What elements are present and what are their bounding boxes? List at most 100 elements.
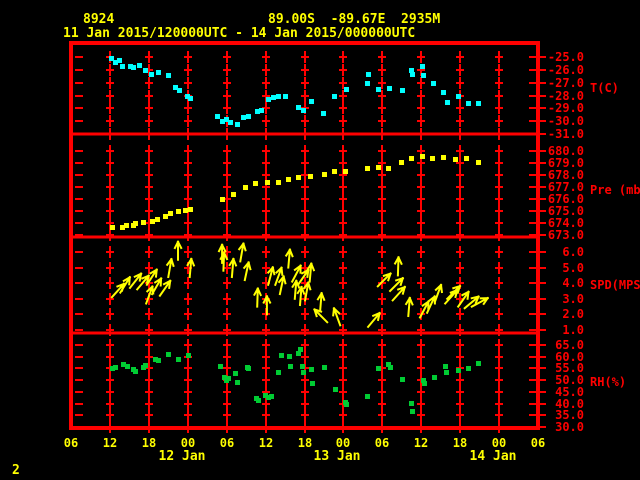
- rh-point: [310, 381, 315, 386]
- pressure-point: [332, 169, 337, 174]
- pressure-point: [322, 172, 327, 177]
- pressure-point: [163, 214, 168, 219]
- temp-point: [332, 94, 337, 99]
- pressure-point: [386, 166, 391, 171]
- hour-tick-label: 00: [492, 436, 506, 450]
- panel-label: SPD(MPS): [590, 278, 640, 292]
- y-tick-label: 4.0: [562, 276, 584, 290]
- pressure-point: [183, 208, 188, 213]
- pressure-point: [141, 220, 146, 225]
- temp-point: [366, 72, 371, 77]
- rh-point: [410, 409, 415, 414]
- temp-point: [271, 95, 276, 100]
- temp-point: [420, 64, 425, 69]
- rh-point: [218, 364, 223, 369]
- date-label: 13 Jan: [314, 449, 361, 464]
- pressure-point: [155, 217, 160, 222]
- temp-point: [276, 94, 281, 99]
- rh-point: [309, 367, 314, 372]
- temp-point: [456, 94, 461, 99]
- rh-point: [365, 394, 370, 399]
- rh-point: [422, 381, 427, 386]
- wind-arrow: [237, 242, 247, 263]
- date-label: 14 Jan: [470, 449, 517, 464]
- hour-tick-label: 12: [414, 436, 428, 450]
- y-tick-label: 30.0: [555, 420, 584, 434]
- pressure-point: [220, 197, 225, 202]
- wind-arrow: [332, 306, 342, 327]
- rh-point: [298, 347, 303, 352]
- temp-point: [283, 94, 288, 99]
- pressure-point: [296, 175, 301, 180]
- hour-tick-label: 18: [453, 436, 467, 450]
- pressure-series: [110, 154, 481, 230]
- temp-point: [431, 81, 436, 86]
- temp-point: [344, 87, 349, 92]
- wind-arrow: [242, 261, 252, 282]
- temp-point: [365, 81, 370, 86]
- rh-point: [246, 366, 251, 371]
- wind-arrow: [443, 288, 459, 305]
- rh-point: [256, 398, 261, 403]
- rh-point: [279, 353, 284, 358]
- rh-point: [125, 364, 130, 369]
- temp-point: [321, 111, 326, 116]
- pressure-point: [430, 156, 435, 161]
- temp-point: [376, 87, 381, 92]
- temp-point: [441, 90, 446, 95]
- y-tick-label: -31.0: [548, 127, 584, 141]
- pressure-point: [253, 181, 258, 186]
- wind-arrow: [296, 285, 306, 307]
- y-tick-label: 1.0: [562, 323, 584, 337]
- pressure-point: [265, 180, 270, 185]
- wind-arrow: [290, 264, 302, 283]
- wind-arrow: [433, 283, 444, 304]
- panel-label: RH(%): [590, 375, 626, 389]
- rh-point: [133, 369, 138, 374]
- pressure-point: [231, 192, 236, 197]
- pressure-point: [150, 219, 155, 224]
- rh-point: [287, 354, 292, 359]
- temp-point: [301, 108, 306, 113]
- temp-point: [117, 58, 122, 63]
- rh-point: [409, 401, 414, 406]
- wind-arrow: [284, 248, 294, 269]
- wind-arrow: [313, 308, 329, 324]
- pressure-point: [376, 165, 381, 170]
- wind-arrow: [277, 275, 287, 296]
- pressure-point: [343, 169, 348, 174]
- temp-point: [466, 101, 471, 106]
- temp-point: [215, 114, 220, 119]
- temp-point: [120, 64, 125, 69]
- hour-tick-label: 06: [375, 436, 389, 450]
- wind-arrow: [165, 257, 175, 279]
- pressure-point: [476, 160, 481, 165]
- wind-arrow: [253, 287, 263, 308]
- wind-arrow: [366, 311, 382, 329]
- rh-point: [143, 363, 148, 368]
- temp-point: [400, 88, 405, 93]
- temp-point: [143, 68, 148, 73]
- rh-point: [376, 366, 381, 371]
- temp-point: [421, 73, 426, 78]
- rh-point: [443, 364, 448, 369]
- date-label: 12 Jan: [159, 449, 206, 464]
- relative_humidity-series: [110, 347, 481, 414]
- temp-point: [177, 88, 182, 93]
- temp-point: [309, 99, 314, 104]
- wind-arrow: [376, 272, 392, 288]
- rh-point: [400, 377, 405, 382]
- hour-tick-label: 06: [220, 436, 234, 450]
- y-tick-label: -27.0: [548, 76, 584, 90]
- rh-point: [333, 387, 338, 392]
- pressure-point: [365, 166, 370, 171]
- hour-tick-label: 00: [336, 436, 350, 450]
- temp-point: [241, 115, 246, 120]
- time-axis-labels: 06 12 18 00 06 12 18 00 06 12 18 00 06 12 Jan 13 Jan 14…: [64, 436, 545, 464]
- temp-point: [476, 101, 481, 106]
- pressure-point: [176, 209, 181, 214]
- wind-arrow: [316, 291, 326, 313]
- rh-point: [432, 375, 437, 380]
- hour-tick-label: 12: [259, 436, 273, 450]
- y-tick-label: -26.0: [548, 63, 584, 77]
